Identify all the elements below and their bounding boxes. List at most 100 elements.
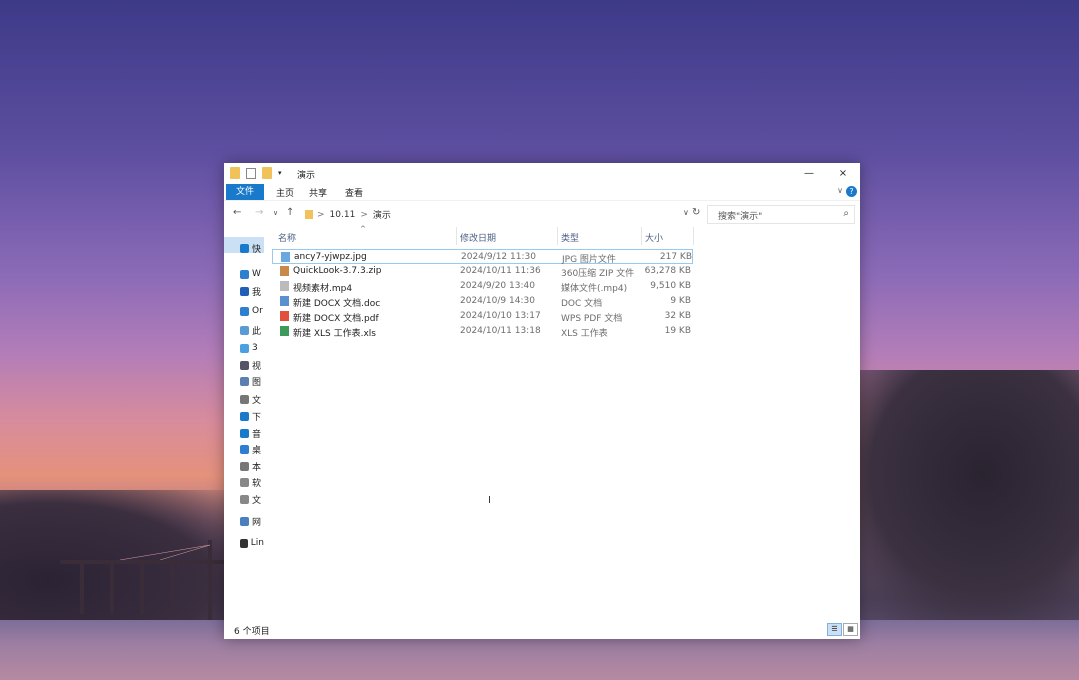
sidebar-item[interactable]: 音 bbox=[240, 426, 264, 440]
pdf-file-icon bbox=[280, 311, 289, 321]
drive-icon bbox=[240, 477, 249, 487]
file-name: 新建 XLS 工作表.xls bbox=[293, 329, 376, 339]
column-divider[interactable] bbox=[693, 227, 694, 245]
sidebar-item[interactable]: 此 bbox=[240, 323, 264, 337]
close-button[interactable]: × bbox=[826, 163, 860, 184]
window-title: 演示 bbox=[297, 171, 316, 181]
sidebar-item-label: 文 bbox=[252, 495, 262, 506]
file-row[interactable]: 新建 DOCX 文档.pdf 2024/10/10 13:17 WPS PDF 文档… bbox=[272, 309, 693, 324]
breadcrumb-item[interactable]: 10.11 bbox=[330, 210, 356, 220]
sidebar-item[interactable]: 快 bbox=[240, 241, 264, 255]
column-divider[interactable] bbox=[557, 227, 558, 245]
properties-icon[interactable] bbox=[246, 167, 256, 179]
sidebar-item[interactable]: 软 bbox=[240, 475, 264, 489]
sidebar-item-label: 音 bbox=[252, 429, 262, 440]
sidebar-item[interactable]: Or bbox=[240, 304, 264, 318]
sidebar-item[interactable]: 3 bbox=[240, 341, 264, 355]
sidebar-item[interactable]: 文 bbox=[240, 492, 264, 506]
column-header-type[interactable]: 类型 bbox=[561, 231, 579, 244]
expand-ribbon-icon[interactable]: ∨ bbox=[837, 186, 843, 195]
sidebar-item[interactable]: 网 bbox=[240, 514, 264, 528]
breadcrumb-item[interactable]: 演示 bbox=[373, 208, 391, 221]
file-type: 媒体文件(.mp4) bbox=[561, 284, 628, 294]
file-row[interactable]: 新建 DOCX 文档.doc 2024/10/9 14:30 DOC 文档 9 KB bbox=[272, 294, 693, 309]
quick-access-toolbar: ▾ bbox=[230, 167, 284, 179]
sidebar-item[interactable]: 下 bbox=[240, 409, 264, 423]
file-size: 9,510 KB bbox=[650, 281, 691, 291]
desktop-icon bbox=[240, 444, 249, 454]
large-icons-view-icon[interactable]: ▦ bbox=[843, 623, 858, 636]
file-type: XLS 工作表 bbox=[561, 329, 608, 339]
cloud-icon bbox=[240, 286, 249, 296]
tab-file[interactable]: 文件 bbox=[226, 184, 264, 200]
sidebar-item[interactable]: 桌 bbox=[240, 442, 264, 456]
file-date: 2024/10/11 11:36 bbox=[460, 266, 541, 276]
file-row[interactable]: 视频素材.mp4 2024/9/20 13:40 媒体文件(.mp4) 9,510 K… bbox=[272, 279, 693, 294]
file-row[interactable]: 新建 XLS 工作表.xls 2024/10/11 13:18 XLS 工作表 19 … bbox=[272, 324, 693, 339]
address-dropdown-icon[interactable]: ∨ bbox=[683, 208, 689, 217]
linux-icon bbox=[240, 538, 248, 548]
sidebar-item-label: 网 bbox=[252, 517, 262, 528]
file-size: 9 KB bbox=[670, 296, 691, 306]
sidebar-item[interactable]: 视 bbox=[240, 358, 264, 372]
tab-view[interactable]: 查看 bbox=[345, 186, 363, 199]
onedrive-icon bbox=[240, 306, 249, 316]
file-name: 视频素材.mp4 bbox=[293, 284, 353, 294]
search-input[interactable]: 搜索"演示" bbox=[718, 209, 762, 222]
file-type: WPS PDF 文档 bbox=[561, 314, 623, 324]
file-name: 新建 DOCX 文档.pdf bbox=[293, 314, 379, 324]
chevron-down-icon[interactable]: ▾ bbox=[278, 167, 284, 179]
sidebar-item-label: 桌 bbox=[252, 445, 262, 456]
file-name: 新建 DOCX 文档.doc bbox=[293, 299, 381, 309]
sidebar-item[interactable]: Lin bbox=[240, 536, 264, 550]
file-name: QuickLook-3.7.3.zip bbox=[293, 266, 382, 276]
breadcrumb-separator: > bbox=[317, 209, 325, 220]
sidebar-item[interactable]: 文 bbox=[240, 392, 264, 406]
file-size: 63,278 KB bbox=[644, 266, 691, 276]
help-icon[interactable]: ? bbox=[846, 186, 857, 197]
status-item-count: 6 个项目 bbox=[234, 627, 270, 637]
drive-icon bbox=[240, 461, 249, 471]
file-date: 2024/10/9 14:30 bbox=[460, 296, 535, 306]
refresh-button[interactable]: ↻ bbox=[692, 207, 700, 218]
image-file-icon bbox=[281, 252, 290, 262]
column-divider[interactable] bbox=[456, 227, 457, 245]
column-divider[interactable] bbox=[641, 227, 642, 245]
search-box[interactable]: 搜索"演示" ⌕ bbox=[707, 205, 855, 224]
back-button[interactable]: ← bbox=[233, 207, 241, 218]
column-header-date[interactable]: 修改日期 bbox=[460, 231, 496, 244]
file-explorer-window: ▾ 演示 — × 文件 主页 共享 查看 ∨ ? ← → ∨ ↑ > 10.11… bbox=[224, 163, 860, 639]
folder-icon bbox=[305, 210, 313, 219]
tab-home[interactable]: 主页 bbox=[276, 186, 294, 199]
sidebar-item[interactable]: 本 bbox=[240, 459, 264, 473]
file-row[interactable]: ancy7-yjwpz.jpg 2024/9/12 11:30 JPG 图片文件 21… bbox=[272, 249, 693, 265]
sort-ascending-icon: ^ bbox=[360, 225, 366, 233]
folder-icon bbox=[230, 167, 240, 179]
background-bridge bbox=[60, 540, 230, 620]
column-header-name[interactable]: 名称 bbox=[278, 231, 296, 244]
sidebar-item-label: 此 bbox=[252, 326, 262, 337]
sidebar-item-label: W bbox=[252, 269, 261, 279]
sidebar-item-label: Or bbox=[252, 306, 263, 316]
background-hill-right bbox=[839, 370, 1079, 630]
recent-locations-button[interactable]: ∨ bbox=[273, 209, 278, 217]
column-header-size[interactable]: 大小 bbox=[645, 231, 663, 244]
file-size: 217 KB bbox=[659, 252, 692, 262]
address-bar[interactable]: > 10.11 > 演示 bbox=[302, 206, 694, 223]
title-bar: ▾ 演示 — × bbox=[224, 163, 860, 184]
minimize-button[interactable]: — bbox=[792, 163, 826, 184]
file-list: 名称 ^ 修改日期 类型 大小 ancy7-yjwpz.jpg 2024/9/12… bbox=[272, 225, 860, 627]
sidebar-item[interactable]: 图 bbox=[240, 374, 264, 388]
file-name: ancy7-yjwpz.jpg bbox=[294, 252, 367, 262]
up-button[interactable]: ↑ bbox=[286, 207, 294, 218]
forward-button[interactable]: → bbox=[255, 207, 263, 218]
quick-access-icon bbox=[240, 243, 249, 253]
file-row[interactable]: QuickLook-3.7.3.zip 2024/10/11 11:36 360压缩… bbox=[272, 264, 693, 279]
tab-share[interactable]: 共享 bbox=[309, 186, 327, 199]
search-icon[interactable]: ⌕ bbox=[843, 208, 849, 219]
details-view-icon[interactable]: ☰ bbox=[827, 623, 842, 636]
file-date: 2024/9/20 13:40 bbox=[460, 281, 535, 291]
sidebar-item[interactable]: W bbox=[240, 267, 264, 281]
new-folder-icon[interactable] bbox=[262, 167, 272, 179]
sidebar-item[interactable]: 我 bbox=[240, 284, 264, 298]
